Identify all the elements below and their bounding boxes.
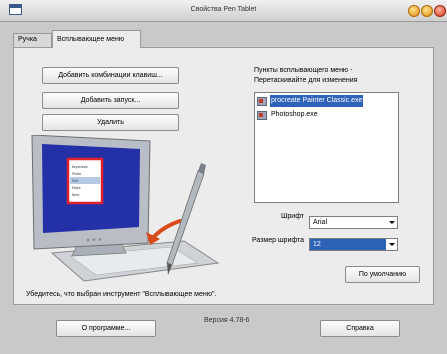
- tab-popup-menu[interactable]: Всплывающее меню: [52, 30, 141, 48]
- popup-menu-items-list[interactable]: procreate Painter Classic.exe Photoshop.…: [254, 92, 399, 203]
- font-select[interactable]: Arial: [309, 216, 398, 229]
- application-icon: [257, 111, 267, 120]
- tab-pen[interactable]: Ручка: [13, 33, 52, 47]
- list-item-label: procreate Painter Classic.exe: [270, 95, 364, 107]
- font-size-select[interactable]: 12: [309, 238, 398, 251]
- add-keystroke-button[interactable]: Добавить комбинации клавиш...: [42, 67, 179, 84]
- font-size-label: Размер шрифта: [251, 237, 304, 244]
- about-button[interactable]: О программе...: [56, 320, 156, 337]
- screen-menu-item: Keystroke: [72, 165, 88, 169]
- maximize-button[interactable]: [421, 5, 433, 17]
- chevron-down-icon[interactable]: [386, 239, 397, 250]
- close-button[interactable]: [434, 5, 446, 17]
- screen-menu-item: Photo: [72, 172, 81, 176]
- monitor-tablet-pen-illustration: Keystroke Photo Edit Paste Next: [31, 135, 220, 282]
- delete-button[interactable]: Удалить: [42, 114, 179, 131]
- add-launch-button[interactable]: Добавить запуск...: [42, 92, 179, 109]
- font-size-value: 12: [313, 241, 321, 248]
- screen-menu-item: Next: [72, 193, 80, 197]
- version-text: Версия 4.78-6: [204, 317, 250, 324]
- window-title: Свойства Pen Tablet: [190, 6, 257, 13]
- font-value: Arial: [313, 219, 328, 226]
- list-caption-line-2: Перетаскивайте для изменения: [254, 77, 358, 84]
- screen-menu-item: Paste: [72, 186, 81, 190]
- list-item[interactable]: procreate Painter Classic.exe: [257, 95, 395, 107]
- minimize-button[interactable]: [408, 5, 420, 17]
- chevron-down-icon[interactable]: [386, 217, 397, 228]
- hint-text: Убедитесь, что выбран инструмент "Всплыв…: [26, 291, 217, 298]
- list-item[interactable]: Photoshop.exe: [257, 109, 395, 121]
- help-button[interactable]: Справка: [320, 320, 400, 337]
- defaults-button[interactable]: По умолчанию: [345, 266, 420, 283]
- font-label: Шрифт: [280, 213, 304, 220]
- application-icon: [257, 97, 267, 106]
- list-caption-line-1: Пункты всплывающего меню -: [254, 67, 353, 74]
- title-bar: Свойства Pen Tablet: [0, 0, 447, 22]
- list-item-label: Photoshop.exe: [271, 111, 318, 118]
